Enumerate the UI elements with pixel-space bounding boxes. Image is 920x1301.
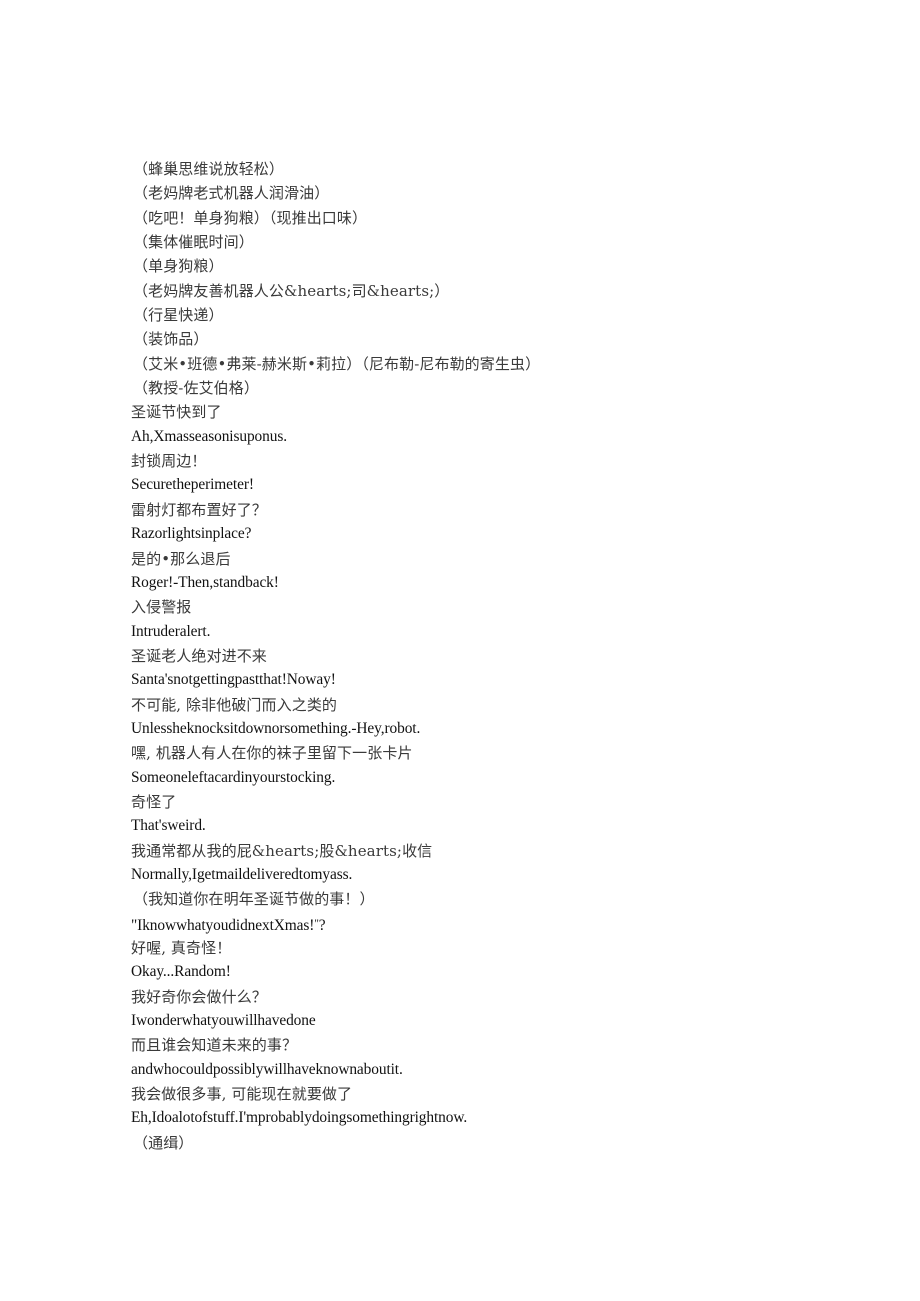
- subtitle-line: Someoneleftacardinyourstocking.: [131, 768, 336, 786]
- subtitle-line: "IknowwhatyoudidnextXmas!"?: [131, 912, 851, 936]
- subtitle-line: 我好奇你会做什么？: [131, 987, 267, 1006]
- subtitle-line: 不可能, 除非他破门而入之类的: [131, 695, 338, 714]
- subtitle-line: Roger!-Then,standback!: [131, 573, 279, 591]
- subtitle-line: Iwonderwhatyouwillhavedone: [131, 1012, 316, 1030]
- subtitle-line: Eh,Idoalotofstuff.I'mprobablydoingsometh…: [131, 1109, 468, 1127]
- subtitle-line: （单身狗粮）: [133, 257, 224, 276]
- subtitle-line: （我知道你在明年圣诞节做的事！）: [133, 890, 375, 909]
- subtitle-line: 好喔, 真奇怪！: [131, 939, 232, 957]
- subtitle-line: 奇怪了: [131, 792, 177, 811]
- subtitle-line: Intruderalert.: [131, 622, 211, 640]
- subtitle-line: 我通常都从我的屁&hearts;股&hearts;收信: [131, 841, 433, 860]
- subtitle-line: Ah,Xmasseasonisuponus.: [131, 427, 287, 445]
- subtitle-line: （艾米•班德•弗莱-赫米斯•莉拉）（尼布勒-尼布勒的寄生虫）: [133, 354, 541, 373]
- subtitle-line-text: "IknowwhatyoudidnextXmas!: [131, 916, 315, 934]
- subtitle-line: Okay...Random!: [131, 963, 231, 981]
- subtitle-line: （蜂巢思维说放轻松）: [133, 160, 285, 178]
- subtitle-line: 入侵警报: [131, 598, 192, 617]
- subtitle-line: 圣诞老人绝对进不来: [131, 646, 267, 665]
- subtitle-transcript: （蜂巢思维说放轻松） （老妈牌老式机器人润滑油） （吃吧！单身狗粮）（现推出口味） （…: [131, 157, 851, 1155]
- subtitle-line: （教授-佐艾伯格）: [133, 379, 259, 398]
- subtitle-line: Securetheperimeter!: [131, 476, 254, 494]
- subtitle-line: （装饰品）: [133, 330, 209, 349]
- subtitle-line: Razorlightsinplace?: [131, 525, 252, 543]
- subtitle-line: Santa'snotgettingpastthat!Noway!: [131, 671, 336, 689]
- subtitle-line: 圣诞节快到了: [131, 403, 222, 422]
- subtitle-line: （行星快递）: [133, 306, 224, 325]
- subtitle-line: 封锁周边！: [131, 452, 207, 471]
- subtitle-line: （老妈牌友善机器人公&hearts;司&hearts;）: [133, 281, 450, 300]
- subtitle-line: 嘿, 机器人有人在你的袜子里留下一张卡片: [131, 744, 413, 763]
- subtitle-line: Normally,Igetmaildeliveredtomyass.: [131, 865, 353, 883]
- subtitle-line: 雷射灯都布置好了？: [131, 500, 267, 519]
- subtitle-line: 是的•那么退后: [131, 549, 231, 568]
- subtitle-line: andwhocouldpossiblywillhaveknownaboutit.: [131, 1060, 403, 1078]
- subtitle-line: Unlessheknocksitdownorsomething.-Hey,rob…: [131, 719, 421, 737]
- subtitle-line-suffix: ?: [318, 916, 326, 934]
- subtitle-line: 我会做很多事, 可能现在就要做了: [131, 1085, 353, 1104]
- subtitle-line: That'sweird.: [131, 817, 206, 835]
- document-page: （蜂巢思维说放轻松） （老妈牌老式机器人润滑油） （吃吧！单身狗粮）（现推出口味） （…: [0, 0, 920, 1301]
- subtitle-line: 而且谁会知道未来的事？: [131, 1036, 298, 1055]
- subtitle-line: （吃吧！单身狗粮）（现推出口味）: [133, 208, 368, 227]
- subtitle-line: （集体催眠时间）: [133, 233, 254, 252]
- subtitle-line: （通缉）: [133, 1133, 194, 1152]
- subtitle-line: （老妈牌老式机器人润滑油）: [133, 184, 330, 203]
